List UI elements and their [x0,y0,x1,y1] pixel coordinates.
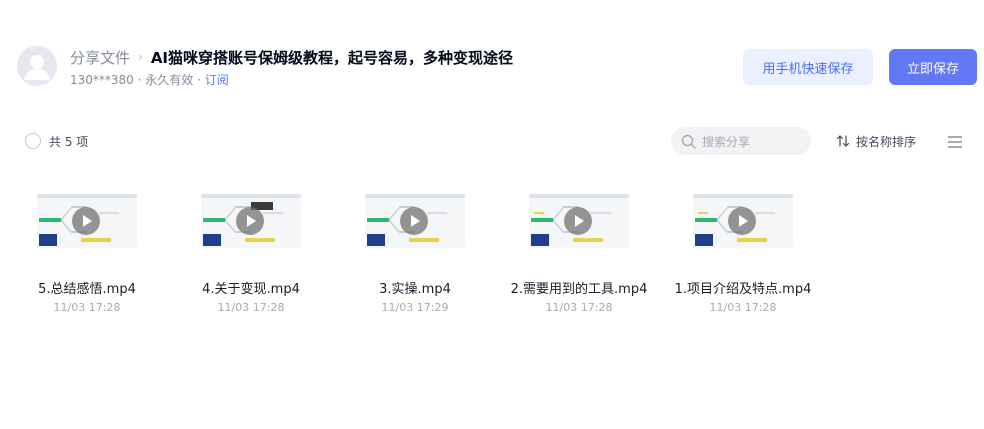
meta-separator: · [133,73,146,87]
video-thumbnail[interactable] [201,194,301,248]
save-now-button[interactable]: 立即保存 [889,49,977,85]
share-meta: 130***380 · 永久有效 · 订阅 [70,71,229,88]
validity-text: 永久有效 [145,73,194,87]
sharer-id: 130***380 [70,73,134,87]
file-toolbar: 共 5 项 搜索分享 按名称排序 [0,124,984,158]
sort-label: 按名称排序 [856,134,917,149]
file-name[interactable]: 4.关于变现.mp4 [179,279,323,300]
file-grid: 5.总结感悟.mp4 11/03 17:28 4.关于变现.mp4 11/03 17:… [0,186,984,386]
subscribe-link[interactable]: 订阅 [205,73,229,87]
sort-icon [836,135,850,147]
avatar [17,46,57,86]
play-icon[interactable] [72,207,100,235]
select-all-checkbox[interactable] [25,133,41,149]
play-icon[interactable] [728,207,756,235]
file-item[interactable]: 1.项目介绍及特点.mp4 11/03 17:28 [671,186,811,346]
sort-button[interactable]: 按名称排序 [836,132,916,150]
file-date: 11/03 17:28 [53,301,121,314]
play-icon[interactable] [564,207,592,235]
search-input[interactable]: 搜索分享 [671,127,811,155]
video-thumbnail[interactable] [529,194,629,248]
play-icon[interactable] [400,207,428,235]
file-date: 11/03 17:28 [217,301,285,314]
file-name[interactable]: 3.实操.mp4 [343,279,487,300]
file-item[interactable]: 5.总结感悟.mp4 11/03 17:28 [15,186,145,346]
video-thumbnail[interactable] [693,194,793,248]
search-placeholder: 搜索分享 [702,134,751,149]
breadcrumb: 分享文件 › AI猫咪穿搭账号保姆级教程，起号容易，多种变现途径 [70,46,513,68]
phone-save-button[interactable]: 用手机快速保存 [743,49,873,85]
file-date: 11/03 17:28 [545,301,613,314]
file-item[interactable]: 3.实操.mp4 11/03 17:29 [343,186,473,346]
item-count: 共 5 项 [49,135,89,149]
file-date: 11/03 17:28 [709,301,777,314]
file-item[interactable]: 2.需要用到的工具.mp4 11/03 17:28 [507,186,647,346]
page-title: AI猫咪穿搭账号保姆级教程，起号容易，多种变现途径 [150,48,514,67]
play-icon[interactable] [236,207,264,235]
search-icon [681,134,696,149]
file-date: 11/03 17:29 [381,301,449,314]
video-thumbnail[interactable] [37,194,137,248]
menu-icon[interactable] [947,134,963,148]
file-name[interactable]: 1.项目介绍及特点.mp4 [671,279,815,300]
file-name[interactable]: 5.总结感悟.mp4 [15,279,159,300]
breadcrumb-root[interactable]: 分享文件 [70,47,130,68]
share-header: 分享文件 › AI猫咪穿搭账号保姆级教程，起号容易，多种变现途径 130***3… [0,0,984,110]
file-item[interactable]: 4.关于变现.mp4 11/03 17:28 [179,186,309,346]
breadcrumb-separator-icon: › [138,50,143,64]
video-thumbnail[interactable] [365,194,465,248]
meta-separator: · [193,73,205,87]
file-name[interactable]: 2.需要用到的工具.mp4 [507,279,651,300]
